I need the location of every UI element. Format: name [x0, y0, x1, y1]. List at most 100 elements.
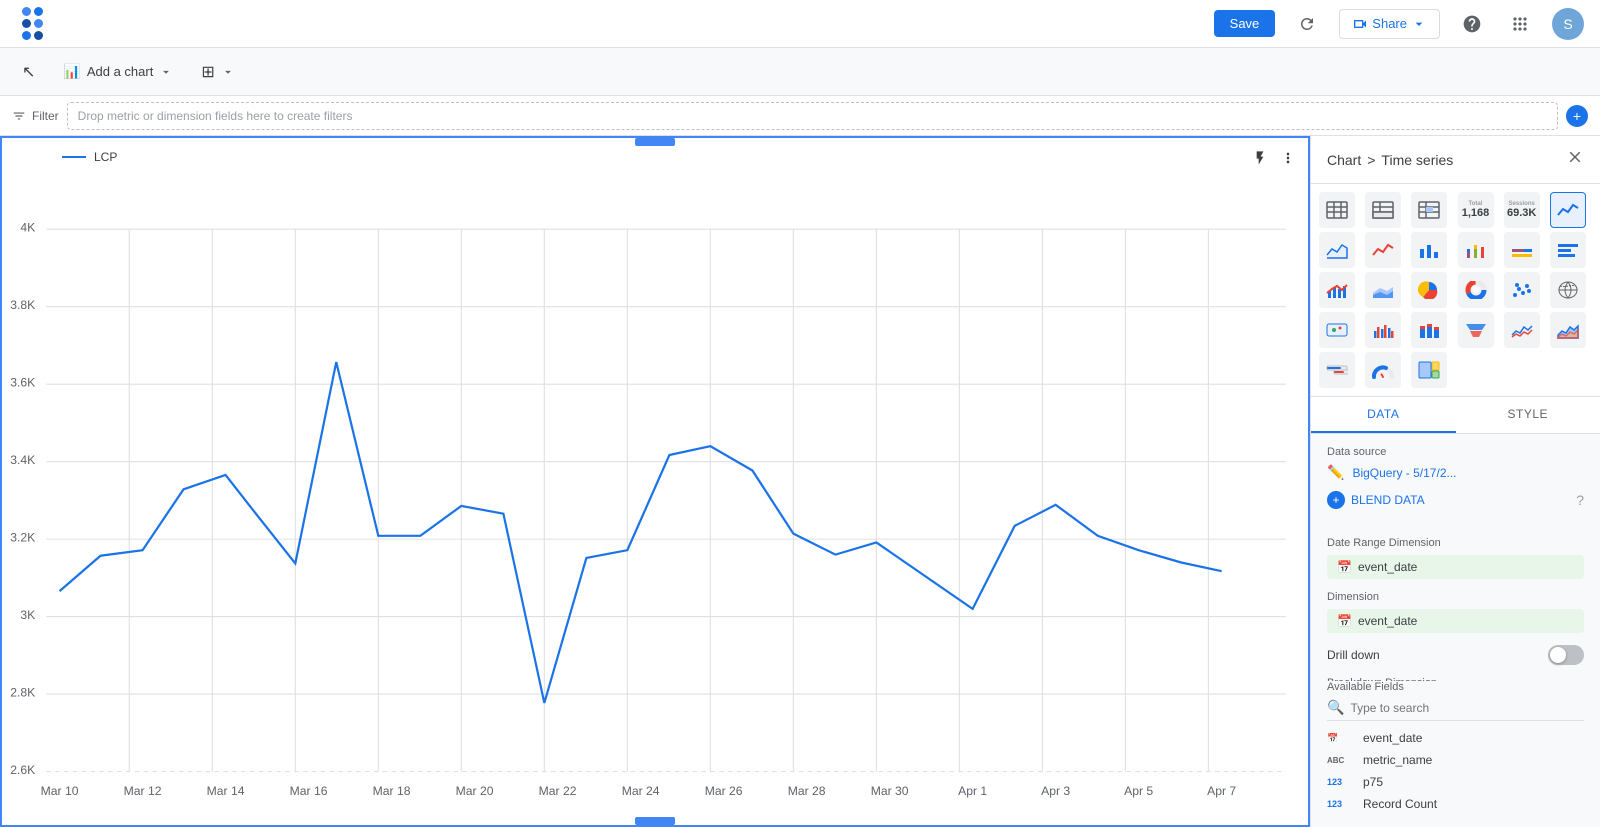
chart-area: LCP .grid-line { stroke: #e0e0e0; stroke…	[0, 136, 1310, 827]
svg-text:3.4K: 3.4K	[10, 453, 35, 467]
app-logo	[16, 6, 52, 42]
data-source-section: Data source ✏️ BigQuery - 5/17/2... + BL…	[1327, 446, 1584, 513]
chart-type-grid: Total 1,168 Sessions 69.3K	[1311, 184, 1600, 397]
dimension-label: Dimension	[1327, 591, 1584, 603]
tab-data[interactable]: DATA	[1311, 397, 1456, 433]
breadcrumb-separator: >	[1367, 152, 1375, 168]
chart-type-scatter[interactable]	[1504, 272, 1540, 308]
chart-type-time-series[interactable]	[1550, 192, 1586, 228]
chart-type-bullet[interactable]	[1319, 352, 1355, 388]
chart-type-combo[interactable]	[1319, 272, 1355, 308]
field-name: metric_name	[1363, 753, 1432, 767]
chart-flash-button[interactable]	[1248, 146, 1272, 173]
panel-data-content: Data source ✏️ BigQuery - 5/17/2... + BL…	[1311, 434, 1600, 681]
chart-type-stacked-bar[interactable]	[1504, 232, 1540, 268]
field-item-metric-name[interactable]: ABC metric_name	[1327, 749, 1584, 771]
panel-close-button[interactable]	[1566, 148, 1584, 171]
svg-text:3.8K: 3.8K	[10, 298, 35, 312]
svg-text:Apr 3: Apr 3	[1041, 784, 1070, 798]
filter-icon	[12, 109, 26, 123]
more-tools-button[interactable]: ⊞	[191, 56, 244, 88]
field-name: Record Count	[1363, 797, 1437, 811]
available-fields-search-input[interactable]	[1350, 701, 1584, 715]
field-item-p75[interactable]: 123 p75	[1327, 771, 1584, 793]
apps-button[interactable]	[1504, 8, 1536, 40]
save-button[interactable]: Save	[1214, 10, 1276, 37]
user-avatar[interactable]: S	[1552, 8, 1584, 40]
date-range-section: Date Range Dimension 📅 event_date	[1327, 537, 1584, 579]
help-button[interactable]	[1456, 8, 1488, 40]
add-chart-label: Add a chart	[87, 64, 154, 79]
chart-more-button[interactable]	[1276, 146, 1300, 173]
date-range-field-chip[interactable]: 📅 event_date	[1327, 555, 1584, 579]
filter-drop-zone[interactable]: Drop metric or dimension fields here to …	[67, 102, 1558, 130]
main-content: LCP .grid-line { stroke: #e0e0e0; stroke…	[0, 136, 1600, 827]
svg-text:3.2K: 3.2K	[10, 530, 35, 544]
chart-type-table-total[interactable]	[1365, 192, 1401, 228]
chart-type-heatmap[interactable]	[1411, 192, 1447, 228]
available-fields-label: Available Fields	[1327, 681, 1584, 693]
calendar-icon: 📅	[1337, 560, 1352, 574]
chart-svg: .grid-line { stroke: #e0e0e0; stroke-wid…	[2, 168, 1308, 827]
refresh-button[interactable]	[1291, 8, 1323, 40]
chart-type-scorecard-1[interactable]: Total 1,168	[1458, 192, 1494, 228]
right-panel: Chart > Time series Total 1,168	[1310, 136, 1600, 827]
chart-type-world-map[interactable]	[1319, 312, 1355, 348]
select-tool-button[interactable]: ↖	[12, 56, 45, 88]
field-name: event_date	[1363, 731, 1422, 745]
field-item-event-date[interactable]: 📅 event_date	[1327, 727, 1584, 749]
chart-type-table[interactable]	[1319, 192, 1355, 228]
edit-icon: ✏️	[1327, 464, 1344, 481]
editor-toolbar: ↖ 📊 Add a chart ⊞	[0, 48, 1600, 96]
blend-data-button[interactable]: + BLEND DATA	[1327, 487, 1425, 513]
svg-text:3.6K: 3.6K	[10, 375, 35, 389]
available-fields-search: 🔍	[1327, 699, 1584, 721]
chart-type-multibar[interactable]	[1365, 312, 1401, 348]
chart-type-sparkline[interactable]	[1504, 312, 1540, 348]
chart-type-column[interactable]	[1411, 232, 1447, 268]
blend-help-icon[interactable]: ?	[1576, 492, 1584, 508]
dimension-section: Dimension 📅 event_date	[1327, 591, 1584, 633]
chart-type-funnel[interactable]	[1458, 312, 1494, 348]
svg-text:Mar 10: Mar 10	[41, 784, 79, 798]
drill-down-section: Drill down	[1327, 645, 1584, 665]
svg-text:Mar 30: Mar 30	[871, 784, 909, 798]
drill-down-toggle[interactable]	[1548, 645, 1584, 665]
resize-handle-bottom[interactable]	[635, 817, 675, 825]
chart-type-multicolor-column[interactable]	[1458, 232, 1494, 268]
top-bar: Save Share S	[0, 0, 1600, 48]
svg-text:Mar 16: Mar 16	[290, 784, 328, 798]
chart-type-pie[interactable]	[1411, 272, 1447, 308]
breadcrumb-chart: Chart	[1327, 152, 1361, 168]
filter-add-button[interactable]: +	[1566, 105, 1588, 127]
field-type-badge: 123	[1327, 777, 1355, 787]
legend-line	[62, 156, 86, 158]
resize-handle-top[interactable]	[635, 138, 675, 146]
search-icon: 🔍	[1327, 699, 1344, 716]
chart-type-donut[interactable]	[1458, 272, 1494, 308]
chart-type-treemap[interactable]	[1411, 352, 1447, 388]
drill-down-toggle-row: Drill down	[1327, 645, 1584, 665]
svg-text:3K: 3K	[20, 608, 35, 622]
chart-type-horiz-bar[interactable]	[1550, 232, 1586, 268]
svg-text:Mar 12: Mar 12	[124, 784, 162, 798]
chart-type-area[interactable]	[1319, 232, 1355, 268]
chart-type-gauge[interactable]	[1365, 352, 1401, 388]
panel-breadcrumb: Chart > Time series	[1327, 152, 1453, 168]
add-chart-button[interactable]: 📊 Add a chart	[53, 57, 183, 86]
field-item-record-count[interactable]: 123 Record Count	[1327, 793, 1584, 815]
tab-style[interactable]: STYLE	[1456, 397, 1600, 433]
share-button[interactable]: Share	[1339, 9, 1440, 39]
chart-type-multibar-stacked[interactable]	[1411, 312, 1447, 348]
chart-type-area-sparkline[interactable]	[1550, 312, 1586, 348]
data-source-name[interactable]: BigQuery - 5/17/2...	[1352, 466, 1456, 480]
chart-type-stacked-area[interactable]	[1365, 272, 1401, 308]
field-type-badge: ABC	[1327, 756, 1355, 765]
chart-type-scorecard-2[interactable]: Sessions 69.3K	[1504, 192, 1540, 228]
dimension-field-chip[interactable]: 📅 event_date	[1327, 609, 1584, 633]
legend-label: LCP	[94, 150, 117, 164]
svg-text:4K: 4K	[20, 220, 35, 234]
field-type-badge: 123	[1327, 799, 1355, 809]
chart-type-geo[interactable]	[1550, 272, 1586, 308]
chart-type-line[interactable]	[1365, 232, 1401, 268]
